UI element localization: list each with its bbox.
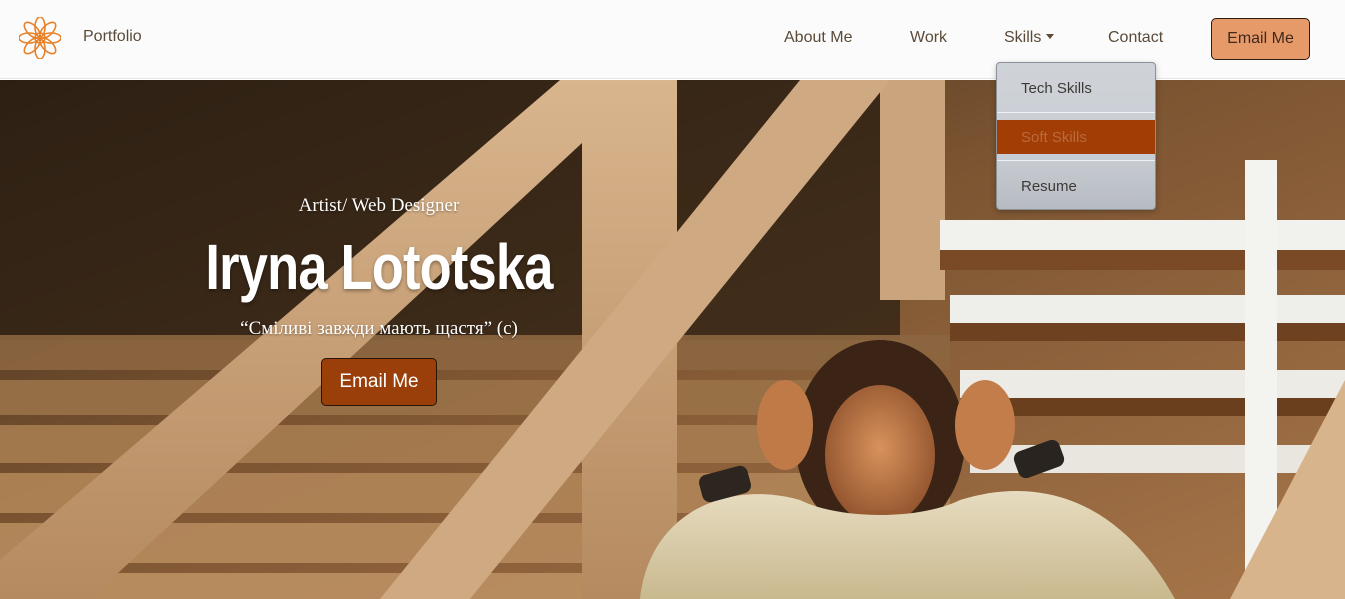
- nav-about[interactable]: About Me: [784, 29, 852, 47]
- flower-mandala-icon[interactable]: [19, 17, 61, 59]
- caret-down-icon: [1046, 34, 1055, 39]
- nav-skills[interactable]: Skills: [1004, 29, 1055, 47]
- dropdown-divider: [997, 160, 1155, 161]
- dropdown-item-tech-skills[interactable]: Tech Skills: [997, 71, 1155, 105]
- email-me-nav-button[interactable]: Email Me: [1211, 18, 1310, 60]
- dropdown-item-resume[interactable]: Resume: [997, 169, 1155, 203]
- hero-title: Iryna Lototska: [205, 231, 553, 303]
- nav-skills-label: Skills: [1004, 29, 1042, 46]
- email-me-hero-button[interactable]: Email Me: [321, 358, 437, 406]
- skills-dropdown-menu: Tech Skills Soft Skills Resume: [996, 62, 1156, 210]
- dropdown-divider: [997, 112, 1155, 113]
- dropdown-item-soft-skills[interactable]: Soft Skills: [997, 120, 1155, 154]
- hero-subtitle: Artist/ Web Designer: [298, 195, 460, 216]
- nav-work[interactable]: Work: [910, 29, 947, 47]
- nav-contact[interactable]: Contact: [1108, 29, 1163, 47]
- hero-quote: “Сміливі завжди мають щастя” (с): [240, 318, 518, 339]
- brand-link[interactable]: Portfolio: [83, 28, 142, 46]
